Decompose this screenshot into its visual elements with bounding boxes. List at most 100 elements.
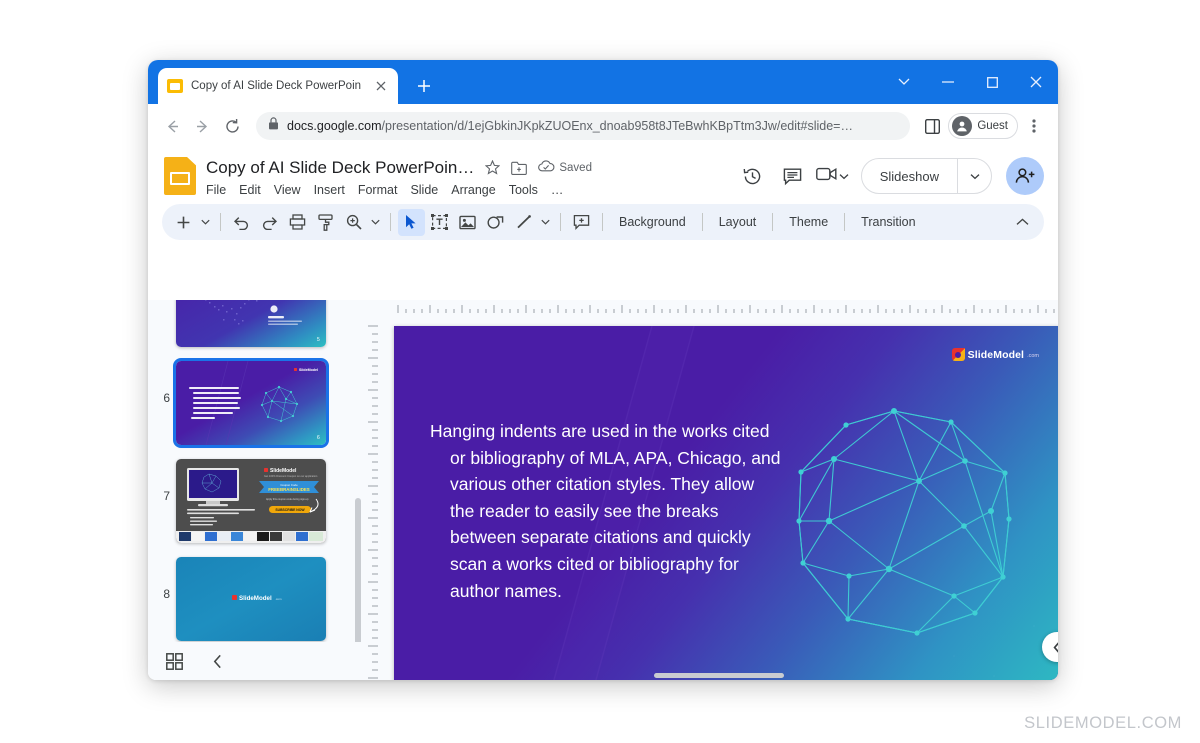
profile-button[interactable]: Guest <box>948 113 1018 139</box>
slides-header: Copy of AI Slide Deck PowerPoin… Saved F… <box>148 148 1058 204</box>
title-and-menus: Copy of AI Slide Deck PowerPoin… Saved F… <box>206 156 736 197</box>
svg-text:.com: .com <box>275 597 282 601</box>
undo-icon[interactable] <box>228 209 255 236</box>
list-item[interactable]: 6 SlideModel 6 <box>148 354 364 452</box>
list-item[interactable]: 5 <box>148 300 364 354</box>
split-screen-icon[interactable] <box>918 112 946 140</box>
redo-icon[interactable] <box>256 209 283 236</box>
url-domain: docs.google.com <box>287 119 382 133</box>
meet-button[interactable] <box>815 166 849 187</box>
thumbnail-number: 7 <box>163 489 170 503</box>
svg-text:SlideModel: SlideModel <box>239 595 272 602</box>
toolbar-layout[interactable]: Layout <box>710 209 766 236</box>
thumbnail-preview: SlideModel Get 100% Discount Coupon on o… <box>176 459 326 543</box>
save-status-label: Saved <box>559 161 592 174</box>
google-slides-logo-icon[interactable] <box>164 157 196 195</box>
slide-filmstrip[interactable]: 5 6 SlideModel 6 7 SlideModel Get 100% D… <box>148 300 364 680</box>
window-close-icon[interactable] <box>1014 60 1058 104</box>
profile-name: Guest <box>977 120 1008 132</box>
star-icon[interactable] <box>485 160 501 175</box>
maximize-icon[interactable] <box>970 60 1014 104</box>
new-slide-dropdown-icon[interactable] <box>198 209 213 236</box>
slidemodel-logo-tld: .com <box>1027 353 1039 359</box>
grid-view-icon[interactable] <box>166 652 183 670</box>
thumbnail-number: 8 <box>163 587 170 601</box>
cursor-select-icon[interactable] <box>398 208 425 236</box>
add-comment-icon[interactable] <box>568 209 595 236</box>
image-icon[interactable] <box>454 209 481 236</box>
menu-tools[interactable]: Tools <box>509 183 538 197</box>
list-item[interactable]: 7 SlideModel Get 100% Discount Coupon on… <box>148 452 364 550</box>
toolbar-divider <box>602 213 603 231</box>
close-icon[interactable] <box>373 78 389 94</box>
print-icon[interactable] <box>284 209 311 236</box>
reload-icon[interactable] <box>218 112 246 140</box>
cloud-icon <box>538 159 555 177</box>
new-tab-button[interactable] <box>410 72 438 100</box>
chevron-left-icon[interactable] <box>213 654 222 669</box>
thumbnail-card[interactable]: SlideModel Get 100% Discount Coupon on o… <box>176 459 326 543</box>
svg-text:SUBSCRIBE NOW: SUBSCRIBE NOW <box>275 508 305 512</box>
menu-arrange[interactable]: Arrange <box>451 183 495 197</box>
toolbar-transition[interactable]: Transition <box>852 209 924 236</box>
chevron-up-icon[interactable] <box>1009 209 1036 236</box>
menu-file[interactable]: File <box>206 183 226 197</box>
plus-icon[interactable] <box>170 209 197 236</box>
line-dropdown-icon[interactable] <box>538 209 553 236</box>
toolbar-theme[interactable]: Theme <box>780 209 837 236</box>
menu-more[interactable]: … <box>551 183 564 197</box>
thumbnail-list: 5 6 SlideModel 6 7 SlideModel Get 100% D… <box>148 300 364 642</box>
slides-workspace: 5 6 SlideModel 6 7 SlideModel Get 100% D… <box>148 300 1058 680</box>
filmstrip-footer <box>148 642 364 680</box>
add-person-icon[interactable] <box>1006 157 1044 195</box>
version-history-icon[interactable] <box>736 159 770 193</box>
minimize-icon[interactable] <box>926 60 970 104</box>
polyhedron-graphic <box>796 408 1012 636</box>
title-row: Copy of AI Slide Deck PowerPoin… Saved <box>206 156 736 180</box>
chevron-down-icon[interactable] <box>882 60 926 104</box>
back-icon[interactable] <box>158 112 186 140</box>
menu-slide[interactable]: Slide <box>410 183 438 197</box>
toolbar-background[interactable]: Background <box>610 209 695 236</box>
menu-view[interactable]: View <box>274 183 301 197</box>
filmstrip-scrollbar[interactable] <box>355 498 361 666</box>
forward-icon[interactable] <box>188 112 216 140</box>
video-camera-icon[interactable] <box>815 166 838 187</box>
menu-insert[interactable]: Insert <box>314 183 345 197</box>
zoom-dropdown-icon[interactable] <box>368 209 383 236</box>
menu-format[interactable]: Format <box>358 183 398 197</box>
horizontal-ruler[interactable] <box>388 300 1058 316</box>
lock-icon <box>268 117 279 135</box>
move-to-folder-icon[interactable] <box>511 161 528 175</box>
thumbnail-card[interactable]: SlideModel .com <box>176 557 326 641</box>
svg-text:SlideModel: SlideModel <box>299 368 318 372</box>
svg-text:FREEBRAINSLIDES: FREEBRAINSLIDES <box>268 487 310 492</box>
svg-text:6: 6 <box>317 435 320 441</box>
paint-format-icon[interactable] <box>312 209 339 236</box>
line-icon[interactable] <box>510 209 537 236</box>
thumbnail-card-selected[interactable]: SlideModel 6 <box>176 361 326 445</box>
three-dot-menu-icon[interactable] <box>1020 112 1048 140</box>
browser-tab[interactable]: Copy of AI Slide Deck PowerPoin <box>158 68 398 104</box>
canvas-horizontal-scrollbar[interactable] <box>654 673 784 678</box>
toolbar-divider <box>560 213 561 231</box>
slide-body-text[interactable]: Hanging indents are used in the works ci… <box>430 418 782 604</box>
list-item[interactable]: 8 SlideModel .com <box>148 550 364 642</box>
menu-bar: File Edit View Insert Format Slide Arran… <box>206 183 736 197</box>
slideshow-label[interactable]: Slideshow <box>862 159 957 193</box>
save-status[interactable]: Saved <box>538 159 592 177</box>
address-bar[interactable]: docs.google.com/presentation/d/1ejGbkinJ… <box>256 112 911 140</box>
zoom-icon[interactable] <box>340 209 367 236</box>
document-title[interactable]: Copy of AI Slide Deck PowerPoin… <box>206 158 474 178</box>
text-box-icon[interactable] <box>426 209 453 236</box>
comment-icon[interactable] <box>776 159 810 193</box>
slideshow-dropdown-icon[interactable] <box>957 159 991 193</box>
menu-edit[interactable]: Edit <box>239 183 261 197</box>
account-circle-icon <box>952 116 973 136</box>
thumbnail-card[interactable]: 5 <box>176 300 326 347</box>
shape-icon[interactable] <box>482 209 509 236</box>
current-slide[interactable]: SlideModel .com Hanging indents are used… <box>394 326 1058 680</box>
vertical-ruler[interactable] <box>364 316 380 680</box>
chevron-down-icon[interactable] <box>839 167 849 185</box>
slideshow-button[interactable]: Slideshow <box>860 158 992 194</box>
